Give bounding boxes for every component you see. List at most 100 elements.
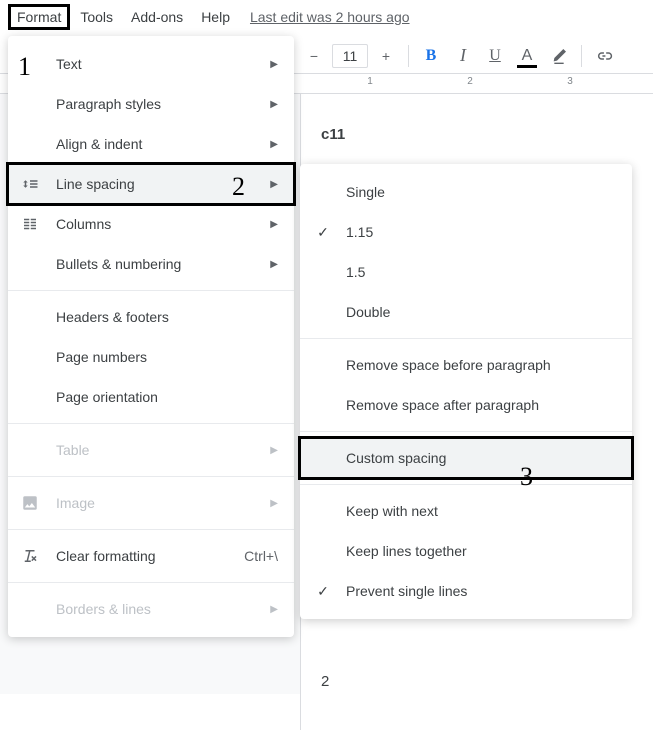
menu-item-label: Image (56, 495, 254, 511)
check-icon: ✓ (314, 224, 332, 241)
menu-item-label: Clear formatting (56, 548, 228, 564)
menu-item-headers-footers[interactable]: Headers & footers (8, 297, 294, 337)
last-edit-link[interactable]: Last edit was 2 hours ago (250, 9, 410, 25)
menu-item-label: Page numbers (56, 349, 278, 365)
blank-icon (20, 599, 40, 619)
submenu-label: 1.5 (346, 264, 616, 280)
ruler-mark: 1 (360, 76, 380, 87)
format-menu: Text ▶ Paragraph styles ▶ Align & indent… (8, 36, 294, 637)
menu-item-shortcut: Ctrl+\ (244, 548, 278, 564)
menu-item-label: Borders & lines (56, 601, 254, 617)
submenu-label: Keep with next (346, 503, 616, 519)
blank-icon (20, 387, 40, 407)
custom-spacing[interactable]: Custom spacing (300, 438, 632, 478)
link-icon (595, 47, 613, 65)
blank-icon (20, 94, 40, 114)
chevron-right-icon: ▶ (270, 179, 278, 190)
chevron-right-icon: ▶ (270, 99, 278, 110)
toolbar-separator (581, 45, 582, 67)
menu-item-text[interactable]: Text ▶ (8, 44, 294, 84)
check-icon: ✓ (314, 583, 332, 600)
page-heading: c11 (321, 126, 639, 143)
menu-item-label: Headers & footers (56, 309, 278, 325)
columns-icon (20, 214, 40, 234)
menu-item-clear-formatting[interactable]: Clear formatting Ctrl+\ (8, 536, 294, 576)
submenu-label: Single (346, 184, 616, 200)
decrease-font-button[interactable]: − (300, 42, 328, 70)
image-icon (20, 493, 40, 513)
page-text: 2 (321, 673, 639, 690)
bold-button[interactable]: B (417, 42, 445, 70)
menu-separator (8, 290, 294, 291)
chevron-right-icon: ▶ (270, 445, 278, 456)
menu-item-label: Line spacing (56, 176, 254, 192)
menu-addons[interactable]: Add-ons (123, 5, 191, 29)
blank-icon (20, 347, 40, 367)
prevent-single-lines[interactable]: ✓ Prevent single lines (300, 571, 632, 611)
menu-item-label: Page orientation (56, 389, 278, 405)
chevron-right-icon: ▶ (270, 219, 278, 230)
menu-item-table: Table ▶ (8, 430, 294, 470)
submenu-label: Keep lines together (346, 543, 616, 559)
blank-icon (20, 134, 40, 154)
menu-separator (8, 529, 294, 530)
menu-separator (8, 423, 294, 424)
submenu-label: Remove space after paragraph (346, 397, 616, 413)
chevron-right-icon: ▶ (270, 604, 278, 615)
menu-bar: Format Tools Add-ons Help Last edit was … (0, 0, 653, 34)
line-spacing-submenu: Single ✓ 1.15 1.5 Double Remove space be… (300, 164, 632, 619)
menu-item-borders-lines: Borders & lines ▶ (8, 589, 294, 629)
menu-separator (8, 476, 294, 477)
menu-item-label: Columns (56, 216, 254, 232)
increase-font-button[interactable]: + (372, 42, 400, 70)
submenu-label: Remove space before paragraph (346, 357, 616, 373)
menu-item-page-numbers[interactable]: Page numbers (8, 337, 294, 377)
italic-button[interactable]: I (449, 42, 477, 70)
submenu-label: Double (346, 304, 616, 320)
keep-lines-together[interactable]: Keep lines together (300, 531, 632, 571)
spacing-single[interactable]: Single (300, 172, 632, 212)
menu-item-page-orientation[interactable]: Page orientation (8, 377, 294, 417)
menu-item-line-spacing[interactable]: Line spacing ▶ (8, 164, 294, 204)
menu-item-bullets-numbering[interactable]: Bullets & numbering ▶ (8, 244, 294, 284)
menu-item-align-indent[interactable]: Align & indent ▶ (8, 124, 294, 164)
spacing-115[interactable]: ✓ 1.15 (300, 212, 632, 252)
menu-item-paragraph-styles[interactable]: Paragraph styles ▶ (8, 84, 294, 124)
menu-separator (300, 338, 632, 339)
menu-item-label: Table (56, 442, 254, 458)
menu-tools[interactable]: Tools (72, 5, 121, 29)
toolbar-separator (408, 45, 409, 67)
submenu-label: 1.15 (346, 224, 616, 240)
font-size-input[interactable]: 11 (332, 44, 368, 68)
menu-item-columns[interactable]: Columns ▶ (8, 204, 294, 244)
annotation-step-3: 3 (520, 462, 533, 492)
spacing-15[interactable]: 1.5 (300, 252, 632, 292)
underline-button[interactable]: U (481, 42, 509, 70)
menu-format[interactable]: Format (8, 4, 70, 30)
remove-space-after[interactable]: Remove space after paragraph (300, 385, 632, 425)
highlighter-icon (551, 48, 567, 64)
menu-help[interactable]: Help (193, 5, 238, 29)
clear-format-icon (20, 546, 40, 566)
annotation-step-1: 1 (18, 52, 31, 82)
blank-icon (20, 440, 40, 460)
ruler-mark: 2 (460, 76, 480, 87)
line-spacing-icon (20, 174, 40, 194)
menu-item-label: Text (56, 56, 254, 72)
keep-with-next[interactable]: Keep with next (300, 491, 632, 531)
menu-separator (8, 582, 294, 583)
menu-item-image: Image ▶ (8, 483, 294, 523)
submenu-label: Custom spacing (346, 450, 616, 466)
menu-separator (300, 484, 632, 485)
menu-separator (300, 431, 632, 432)
spacing-double[interactable]: Double (300, 292, 632, 332)
menu-item-label: Align & indent (56, 136, 254, 152)
insert-link-button[interactable] (590, 42, 618, 70)
blank-icon (20, 254, 40, 274)
text-color-button[interactable]: A (513, 42, 541, 70)
chevron-right-icon: ▶ (270, 59, 278, 70)
highlight-button[interactable] (545, 42, 573, 70)
remove-space-before[interactable]: Remove space before paragraph (300, 345, 632, 385)
chevron-right-icon: ▶ (270, 139, 278, 150)
chevron-right-icon: ▶ (270, 498, 278, 509)
